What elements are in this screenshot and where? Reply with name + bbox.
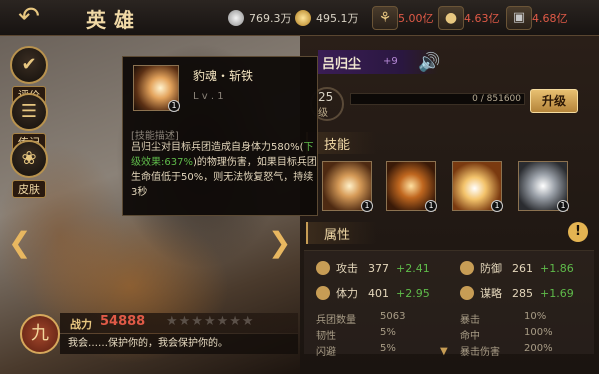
wheat-add-button[interactable]: ⚘ xyxy=(372,6,398,30)
hero-level: 25 xyxy=(318,90,334,104)
chevron-right-icon: ❯ xyxy=(268,226,292,259)
gold-resource: 495.1万 xyxy=(295,8,359,28)
skill-level-badge: 1 xyxy=(557,200,569,212)
skill-description: 吕归尘对目标兵团造成自身体力580%(下级效果:637%)的物理伤害，如果目标兵… xyxy=(131,142,317,198)
star-rating: ★★★★★★★ xyxy=(166,314,255,329)
skill-slot-1[interactable]: 1 xyxy=(322,161,373,212)
iron-add-button[interactable]: ▣ xyxy=(506,6,532,30)
scroll-icon xyxy=(460,286,474,300)
prev-hero-arrow[interactable]: ❮ xyxy=(8,226,31,259)
silver-resource: 769.3万 xyxy=(228,8,292,28)
biography-icon: ☰ xyxy=(10,93,48,131)
shield-icon xyxy=(460,261,474,275)
speaker-icon: 🔊 xyxy=(418,52,441,73)
hero-quote: 我会……保护你的，我会保护你的。 xyxy=(60,334,298,354)
attr-attack: 攻击 377 +2.41 xyxy=(316,260,430,276)
stat-troops: 兵团数量 5063 xyxy=(316,311,406,326)
silver-coin-icon xyxy=(228,10,244,26)
double-chevron-down-icon: ▼ xyxy=(440,346,448,357)
page-title: 英雄 xyxy=(86,8,142,32)
hero-name: 吕归尘 xyxy=(322,57,362,72)
iron-icon: ▣ xyxy=(512,10,526,25)
top-bar: ↶ 英雄 769.3万 495.1万 ⚘ 5.00亿 ● 4.63亿 ▣ 4.6… xyxy=(0,0,599,36)
skills-title: 技能 xyxy=(324,138,351,153)
stat-crit: 暴击 10% xyxy=(460,311,547,326)
skill-name: 豹魂・斩铁 xyxy=(193,69,254,83)
attr-defense: 防御 261 +1.86 xyxy=(460,260,574,276)
skill-level-badge: 1 xyxy=(168,100,180,112)
skill-slot-4[interactable]: 1 xyxy=(518,161,569,212)
stat-dodge: 闪避 5% xyxy=(316,343,396,358)
skill-level-badge: 1 xyxy=(491,200,503,212)
faction-emblem: 九 xyxy=(20,314,60,354)
wheat-resource: 5.00亿 xyxy=(398,12,434,25)
power-value: 54888 xyxy=(100,314,146,329)
iron-resource: 4.68亿 xyxy=(532,12,568,25)
food-add-button[interactable]: ● xyxy=(438,6,464,30)
stat-hit: 命中 100% xyxy=(460,327,553,342)
food-sack-icon: ● xyxy=(444,10,458,26)
power-label: 战力 xyxy=(70,318,92,331)
exclamation-icon: ! xyxy=(575,224,581,239)
next-hero-arrow[interactable]: ❯ xyxy=(268,226,291,259)
skill-slot-2[interactable]: 1 xyxy=(386,161,437,212)
skill-level-badge: 1 xyxy=(361,200,373,212)
scroll-down-button[interactable]: ▼ xyxy=(440,346,448,357)
food-resource: 4.63亿 xyxy=(464,12,500,25)
stat-crit-damage: 暴击伤害 200% xyxy=(460,343,553,358)
hero-level-suffix: 级 xyxy=(318,108,328,119)
skill-tooltip: 1 豹魂・斩铁 L v . 1 [技能描述] 吕归尘对目标兵团造成自身体力580… xyxy=(122,56,318,216)
skin-icon: ❀ xyxy=(10,140,48,178)
attribute-info-button[interactable]: ! xyxy=(568,222,588,242)
back-button[interactable]: ↶ xyxy=(6,3,52,33)
attr-strategy: 谋略 285 +1.69 xyxy=(460,285,574,301)
hero-plus-level: +9 xyxy=(383,56,398,67)
strength-icon xyxy=(316,286,330,300)
review-icon: ✔ xyxy=(10,46,48,84)
skill-icon: 1 xyxy=(133,65,180,112)
skin-button[interactable]: ❀ 皮肤 xyxy=(10,140,48,198)
wheat-icon: ⚘ xyxy=(378,10,392,26)
back-arrow-icon: ↶ xyxy=(18,2,40,32)
voice-button[interactable]: 🔊 xyxy=(418,52,440,73)
faction-glyph: 九 xyxy=(31,323,49,344)
sword-icon xyxy=(316,261,330,275)
skill-level-badge: 1 xyxy=(425,200,437,212)
skill-level: L v . 1 xyxy=(193,91,224,102)
attr-stamina: 体力 401 +2.95 xyxy=(316,285,430,301)
exp-text: 0 / 851600 xyxy=(472,94,521,104)
upgrade-button[interactable]: 升级 xyxy=(530,89,578,113)
stat-tenacity: 韧性 5% xyxy=(316,327,396,342)
chevron-left-icon: ❮ xyxy=(8,226,32,259)
skill-slot-3[interactable]: 1 xyxy=(452,161,503,212)
attributes-title: 属性 xyxy=(324,228,351,243)
gold-coin-icon xyxy=(295,10,311,26)
